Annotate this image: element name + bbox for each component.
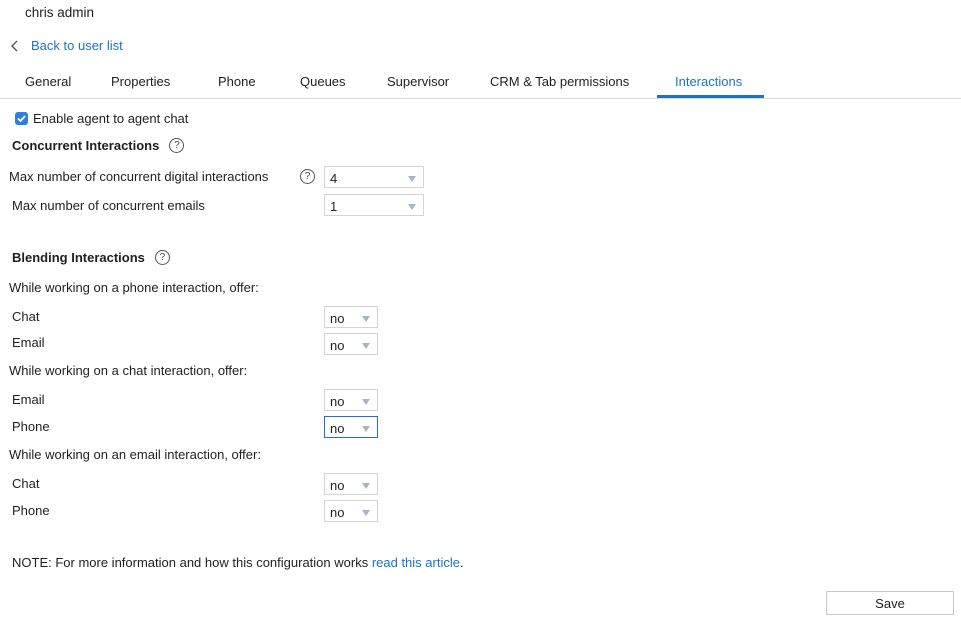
chat-offer-phone-select[interactable]: no [324,416,378,438]
max-digital-select[interactable]: 4 [324,166,424,188]
chevron-left-icon [11,40,18,51]
user-name: chris admin [25,5,95,20]
dropdown-arrow-icon [408,176,416,182]
concurrent-interactions-title-text: Concurrent Interactions [12,138,160,153]
phone-interaction-heading: While working on a phone interaction, of… [9,280,259,295]
tab-queues[interactable]: Queues [300,74,346,89]
phone-offer-email-value: no [330,338,345,353]
dropdown-arrow-icon [362,483,370,489]
note-text: NOTE: For more information and how this … [12,555,372,570]
agent-chat-toggle[interactable]: Enable agent to agent chat [15,111,188,126]
back-to-user-list-link[interactable]: Back to user list [8,38,123,53]
blending-interactions-title-text: Blending Interactions [12,250,145,265]
dropdown-arrow-icon [362,510,370,516]
max-emails-value: 1 [330,199,338,214]
email-offer-phone-label: Phone [12,503,50,518]
chat-offer-email-label: Email [12,392,45,407]
max-emails-select[interactable]: 1 [324,194,424,216]
chat-offer-email-select[interactable]: no [324,389,378,411]
checkmark-icon [17,115,26,123]
max-digital-value: 4 [330,171,338,186]
tab-properties[interactable]: Properties [111,74,170,89]
agent-chat-label: Enable agent to agent chat [33,111,189,126]
help-icon[interactable]: ? [169,138,185,153]
phone-offer-chat-select[interactable]: no [324,306,378,328]
tab-supervisor[interactable]: Supervisor [387,74,449,89]
chat-offer-phone-value: no [330,421,345,436]
save-button[interactable]: Save [826,591,954,615]
phone-offer-chat-value: no [330,311,345,326]
tab-crm-tab-permissions[interactable]: CRM & Tab permissions [490,74,629,89]
chat-interaction-heading: While working on a chat interaction, off… [9,363,248,378]
active-tab-indicator [657,95,764,98]
back-link-label: Back to user list [31,38,123,53]
phone-offer-email-label: Email [12,335,45,350]
max-digital-label: Max number of concurrent digital interac… [9,169,269,184]
email-offer-chat-select[interactable]: no [324,473,378,495]
dropdown-arrow-icon [362,343,370,349]
tab-phone[interactable]: Phone [218,74,256,89]
tab-interactions[interactable]: Interactions [675,74,742,89]
dropdown-arrow-icon [362,316,370,322]
phone-offer-email-select[interactable]: no [324,333,378,355]
tab-general[interactable]: General [25,74,71,89]
blending-interactions-title: Blending Interactions ? [12,250,170,265]
agent-chat-checkbox[interactable] [15,112,28,125]
chat-offer-email-value: no [330,394,345,409]
email-offer-chat-label: Chat [12,476,40,491]
configuration-note: NOTE: For more information and how this … [12,555,464,570]
note-suffix: . [459,555,464,570]
help-icon[interactable]: ? [300,169,315,184]
chat-offer-phone-label: Phone [12,419,50,434]
tab-bar: General Properties Phone Queues Supervis… [0,68,961,99]
dropdown-arrow-icon [362,399,370,405]
help-icon[interactable]: ? [154,250,170,265]
dropdown-arrow-icon [362,426,370,432]
email-offer-chat-value: no [330,478,345,493]
read-article-link[interactable]: read this article [372,555,460,570]
email-offer-phone-select[interactable]: no [324,500,378,522]
dropdown-arrow-icon [408,204,416,210]
email-interaction-heading: While working on an email interaction, o… [9,447,261,462]
email-offer-phone-value: no [330,505,345,520]
phone-offer-chat-label: Chat [12,309,40,324]
concurrent-interactions-title: Concurrent Interactions ? [12,138,185,153]
max-emails-label: Max number of concurrent emails [12,198,205,213]
